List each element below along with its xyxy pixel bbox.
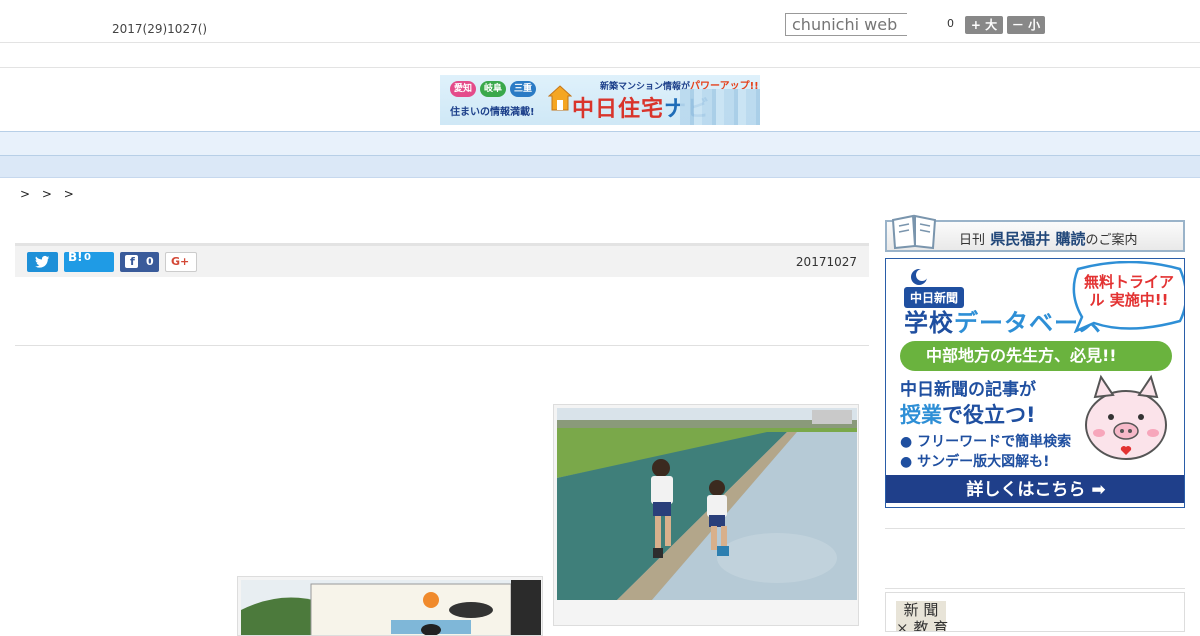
signboard-image [241, 580, 541, 635]
sub-bar [0, 43, 1200, 68]
banner-title-main: 中日住宅 [572, 97, 665, 122]
search-input[interactable] [785, 13, 907, 36]
ad-details-button[interactable]: 詳しくはこちら ➡ [886, 473, 1184, 503]
ad-line-2: 授業で役立つ! [900, 399, 1036, 429]
main-nav [0, 131, 1200, 156]
pig-mascot-icon [1085, 374, 1167, 460]
font-size-decrease-button[interactable]: － 小 [1007, 16, 1045, 34]
breadcrumb[interactable]: > > > [20, 187, 78, 201]
twitter-share-button[interactable] [27, 252, 58, 272]
subscription-title: 県民福井 購読 [990, 230, 1086, 248]
book-icon [891, 214, 937, 250]
subscription-guide-banner[interactable]: 日刊 県民福井 購読のご案内 [885, 214, 1185, 252]
sidebar-divider-2 [885, 588, 1185, 589]
banner-city-graphic [680, 89, 760, 125]
article-photo-rice-paddy[interactable] [553, 404, 859, 626]
content-divider [15, 345, 869, 346]
banner-tag-mie: 三重 [510, 81, 536, 97]
banner-subtitle: 住まいの情報満載! [450, 107, 535, 118]
ad-bullet-1: ● フリーワードで簡単検索 [900, 434, 1072, 450]
share-bar: B! 0 f 0 G+ 20171027 [15, 243, 869, 277]
ad-bullet-2: ● サンデー版大図解も! [900, 454, 1050, 470]
ad-line-2-accent: 授業 [900, 403, 942, 427]
house-icon [548, 85, 572, 111]
article-photo-signboard[interactable] [237, 576, 543, 636]
current-date: 2017(29)1027() [112, 22, 208, 36]
ad-free-trial: 無料トライアル 実施中!! [1083, 273, 1174, 309]
newspaper-education-logo: 新 聞 × 教 育 [896, 601, 948, 631]
ad-line-1: 中日新聞の記事が [900, 380, 1036, 400]
newspaper-education-banner[interactable]: 新 聞 × 教 育 [885, 592, 1185, 632]
twitter-icon [35, 255, 50, 268]
sidebar-divider-1 [885, 528, 1185, 529]
hatena-bookmark-button[interactable]: B! 0 [64, 250, 114, 272]
sub-nav [0, 156, 1200, 178]
google-plus-share-button[interactable]: G+ [165, 252, 197, 272]
banner-tag-gifu: 岐阜 [480, 81, 506, 97]
font-size-increase-button[interactable]: + 大 [965, 16, 1003, 34]
hatena-icon: B! [68, 250, 83, 264]
google-plus-icon: G+ [171, 255, 190, 268]
subscription-daily-label: 日刊 [959, 233, 986, 248]
facebook-count: 0 [146, 255, 154, 268]
housing-navi-banner[interactable]: 愛知 岐阜 三重 住まいの情報満載! 新築マンション情報が パワーアップ!! 中… [440, 75, 760, 125]
rice-paddy-image [557, 408, 857, 600]
top-bar: 2017(29)1027() 0 + 大 － 小 [0, 0, 1200, 43]
facebook-share-button[interactable]: f 0 [120, 252, 159, 272]
subscription-suffix: のご案内 [1085, 233, 1138, 248]
facebook-icon: f [125, 255, 138, 268]
subscription-guide-text: 日刊 県民福井 購読のご案内 [959, 228, 1138, 249]
hatena-count: 0 [84, 252, 91, 263]
ad-brand-main: 学校 [904, 309, 954, 337]
school-database-ad[interactable]: 中日新聞 学校データベース 無料トライアル 実施中!! 中部地方の先生方、必見!… [885, 258, 1185, 508]
article-date: 20171027 [795, 255, 857, 269]
banner-tag-aichi: 愛知 [450, 81, 476, 97]
font-size-counter: 0 [947, 17, 954, 30]
ad-line-2-rest: で役立つ! [942, 403, 1036, 427]
